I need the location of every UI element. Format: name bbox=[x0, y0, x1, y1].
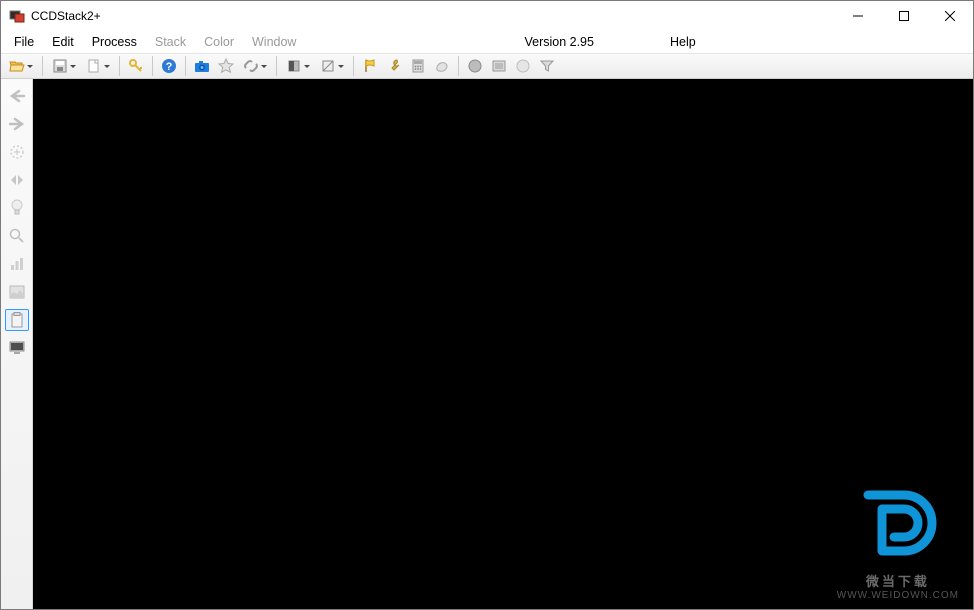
key-button[interactable] bbox=[125, 55, 147, 77]
watermark-url: WWW.WEIDOWN.COM bbox=[837, 590, 959, 601]
nav-right-icon[interactable] bbox=[5, 113, 29, 135]
separator bbox=[119, 56, 120, 76]
app-icon bbox=[9, 8, 25, 24]
menu-window[interactable]: Window bbox=[243, 33, 305, 51]
menu-edit[interactable]: Edit bbox=[43, 33, 83, 51]
disc-dark-button[interactable] bbox=[464, 55, 486, 77]
window-title: CCDStack2+ bbox=[31, 9, 101, 23]
image-icon[interactable] bbox=[5, 281, 29, 303]
camera-button[interactable] bbox=[191, 55, 213, 77]
separator bbox=[353, 56, 354, 76]
separator bbox=[458, 56, 459, 76]
menu-color[interactable]: Color bbox=[195, 33, 243, 51]
frame-button[interactable] bbox=[488, 55, 510, 77]
nav-left-icon[interactable] bbox=[5, 85, 29, 107]
filter-button[interactable] bbox=[536, 55, 558, 77]
watermark: 微当下载 WWW.WEIDOWN.COM bbox=[837, 483, 959, 601]
wrench-button[interactable] bbox=[383, 55, 405, 77]
side-toolbar bbox=[1, 79, 33, 609]
svg-text:?: ? bbox=[166, 61, 173, 73]
menu-process[interactable]: Process bbox=[83, 33, 146, 51]
close-button[interactable] bbox=[927, 1, 973, 31]
menu-help[interactable]: Help bbox=[661, 33, 705, 51]
minimize-button[interactable] bbox=[835, 1, 881, 31]
image-canvas[interactable]: 微当下载 WWW.WEIDOWN.COM bbox=[33, 79, 973, 609]
levels-button[interactable] bbox=[316, 55, 348, 77]
target-icon[interactable] bbox=[5, 141, 29, 163]
menu-stack[interactable]: Stack bbox=[146, 33, 195, 51]
histogram-icon[interactable] bbox=[5, 253, 29, 275]
contrast-button[interactable] bbox=[282, 55, 314, 77]
disc-light-button[interactable] bbox=[512, 55, 534, 77]
clipboard-icon[interactable] bbox=[5, 309, 29, 331]
app-window: CCDStack2+ File Edit Process Stack Color… bbox=[0, 0, 974, 610]
menubar: File Edit Process Stack Color Window Ver… bbox=[1, 31, 973, 53]
new-button[interactable] bbox=[82, 55, 114, 77]
separator bbox=[152, 56, 153, 76]
menu-file[interactable]: File bbox=[5, 33, 43, 51]
zoom-icon[interactable] bbox=[5, 225, 29, 247]
watermark-name: 微当下载 bbox=[837, 571, 959, 590]
bulb-icon[interactable] bbox=[5, 197, 29, 219]
link-button[interactable] bbox=[239, 55, 271, 77]
separator bbox=[42, 56, 43, 76]
calculator-button[interactable] bbox=[407, 55, 429, 77]
maximize-button[interactable] bbox=[881, 1, 927, 31]
content-area: 微当下载 WWW.WEIDOWN.COM bbox=[1, 79, 973, 609]
save-button[interactable] bbox=[48, 55, 80, 77]
help-icon[interactable]: ? bbox=[158, 55, 180, 77]
open-button[interactable] bbox=[5, 55, 37, 77]
blob-button[interactable] bbox=[431, 55, 453, 77]
separator bbox=[185, 56, 186, 76]
flag-button[interactable] bbox=[359, 55, 381, 77]
star-button[interactable] bbox=[215, 55, 237, 77]
titlebar: CCDStack2+ bbox=[1, 1, 973, 31]
menu-version: Version 2.95 bbox=[515, 33, 603, 51]
flip-icon[interactable] bbox=[5, 169, 29, 191]
main-toolbar: ? bbox=[1, 53, 973, 79]
separator bbox=[276, 56, 277, 76]
monitor-icon[interactable] bbox=[5, 337, 29, 359]
